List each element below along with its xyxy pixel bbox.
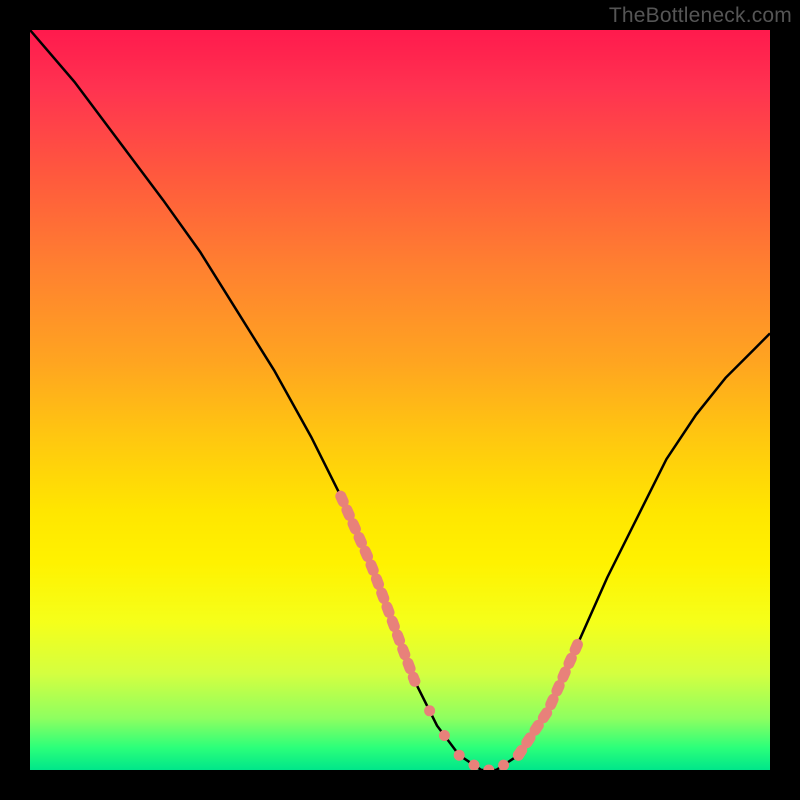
highlight-segment [341, 496, 415, 681]
highlight-dot [454, 750, 465, 761]
highlight-dot [424, 705, 435, 716]
curve-svg [30, 30, 770, 770]
highlight-segment [518, 644, 577, 755]
highlight-dot [409, 676, 420, 687]
highlight-dot [513, 750, 524, 761]
watermark-text: TheBottleneck.com [609, 4, 792, 28]
highlight-dot [483, 765, 494, 771]
highlight-dot [439, 730, 450, 741]
chart-plot-area [30, 30, 770, 770]
bottleneck-curve-line [30, 30, 770, 770]
